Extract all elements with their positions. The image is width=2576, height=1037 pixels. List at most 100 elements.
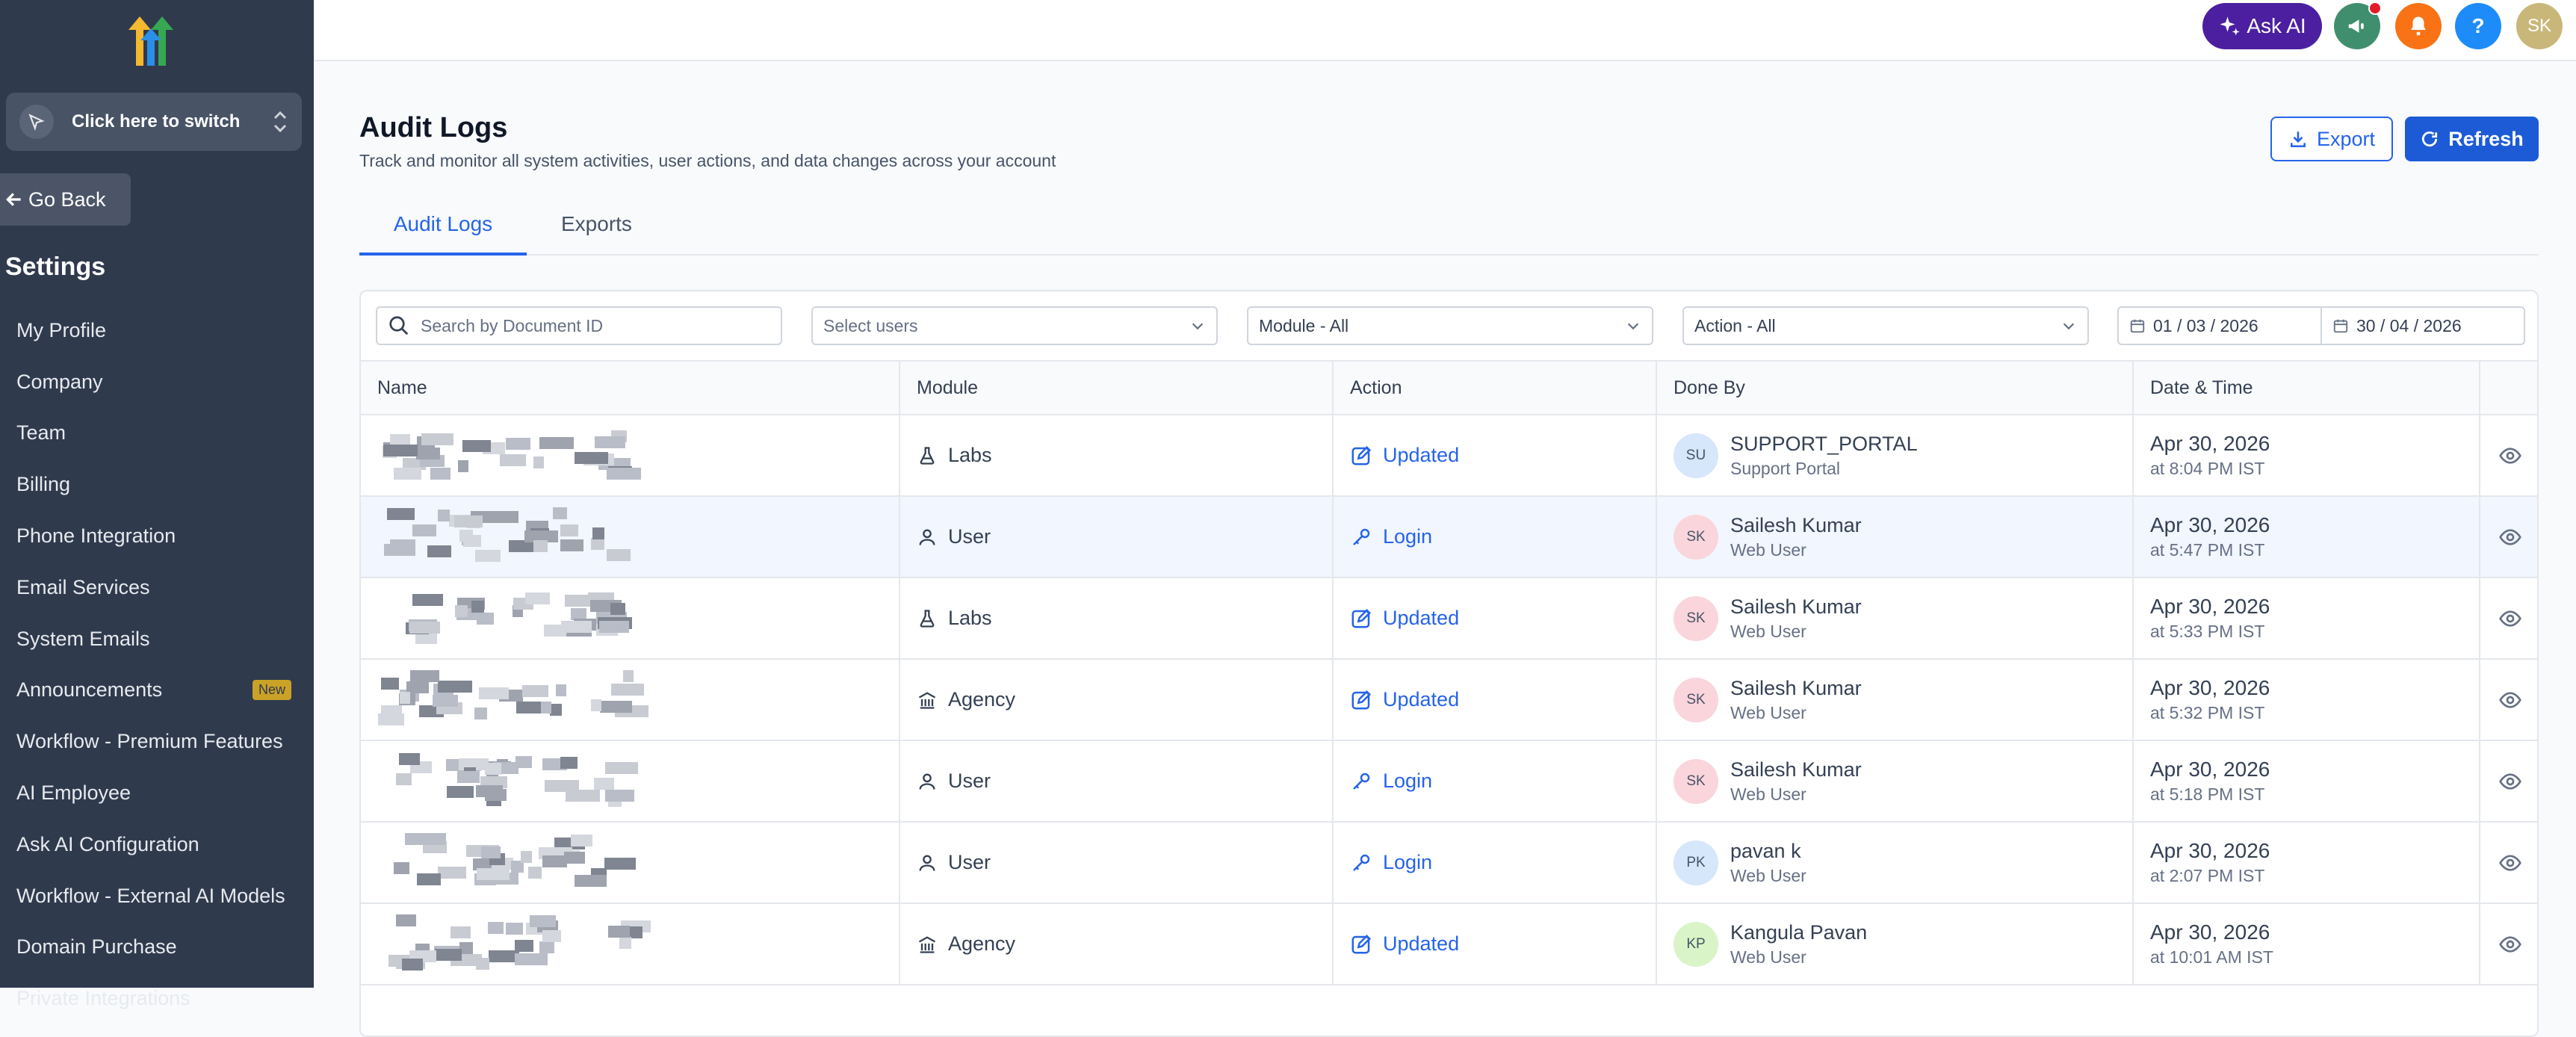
help-button[interactable]: ?	[2455, 3, 2501, 49]
view-cell	[2480, 660, 2537, 740]
eye-icon[interactable]	[2498, 688, 2522, 712]
module-name: Labs	[948, 607, 992, 629]
column-header-done-by[interactable]: Done By	[1657, 362, 2134, 414]
table-row[interactable]: Agency Updated SK Sailesh Kumar Web User Apr …	[361, 660, 2537, 741]
search-icon	[388, 315, 410, 337]
account-switcher[interactable]: Click here to switch	[6, 93, 302, 151]
eye-icon[interactable]	[2498, 851, 2522, 875]
table-row[interactable]: Labs Updated SK Sailesh Kumar Web User Apr 30…	[361, 578, 2537, 660]
module-cell: Labs	[900, 578, 1334, 658]
sidebar-item-ai-employee[interactable]: AI Employee	[16, 767, 300, 819]
table-row[interactable]: Labs Updated SU SUPPORT_PORTAL Support Porta…	[361, 415, 2537, 497]
action-cell: Login	[1334, 497, 1657, 577]
table-row[interactable]: User Login PK pavan k Web User Apr 30, 2026 at…	[361, 823, 2537, 904]
user-avatar[interactable]: SK	[2516, 3, 2563, 49]
time: at 5:18 PM IST	[2150, 784, 2265, 804]
eye-icon[interactable]	[2498, 932, 2522, 956]
refresh-button[interactable]: Refresh	[2405, 117, 2539, 161]
calendar-icon	[2332, 318, 2349, 334]
eye-icon[interactable]	[2498, 770, 2522, 793]
sidebar-item-announcements[interactable]: Announcements New	[16, 665, 300, 716]
module-cell: User	[900, 823, 1334, 903]
sidebar-item-team[interactable]: Team	[16, 408, 300, 459]
edit-icon	[1350, 607, 1383, 630]
tabs: Audit Logs Exports	[359, 211, 2539, 256]
date: Apr 30, 2026	[2150, 920, 2270, 944]
action-link[interactable]: Updated	[1350, 607, 1459, 630]
sidebar-item-company[interactable]: Company	[16, 356, 300, 408]
sidebar-item-workflow-premium-features[interactable]: Workflow - Premium Features	[16, 716, 300, 767]
ask-ai-button[interactable]: Ask AI	[2202, 3, 2322, 49]
action-link[interactable]: Login	[1350, 525, 1432, 548]
ask-ai-label: Ask AI	[2247, 14, 2306, 37]
action-cell: Updated	[1334, 904, 1657, 984]
tab-exports[interactable]: Exports	[561, 211, 666, 256]
module-select-value: Module - All	[1259, 315, 1349, 335]
announcements-button[interactable]	[2334, 1, 2382, 49]
user-icon	[917, 527, 948, 548]
table-row[interactable]: User Login SK Sailesh Kumar Web User Apr 30, …	[361, 741, 2537, 823]
action-link[interactable]: Updated	[1350, 688, 1459, 711]
eye-icon[interactable]	[2498, 525, 2522, 549]
date-to-input[interactable]: 30 / 04 / 2026	[2320, 306, 2525, 345]
sidebar-item-my-profile[interactable]: My Profile	[16, 305, 300, 356]
flask-icon	[917, 608, 948, 629]
date-time-cell: Apr 30, 2026 at 5:33 PM IST	[2134, 578, 2480, 658]
sidebar-item-label: System Emails	[16, 627, 150, 650]
column-header-action[interactable]: Action	[1334, 362, 1657, 414]
calendar-icon	[2129, 318, 2146, 334]
search-input[interactable]: Search by Document ID	[376, 306, 782, 345]
redacted-name	[377, 507, 661, 567]
name-cell	[361, 497, 900, 577]
go-back-button[interactable]: Go Back	[0, 173, 131, 226]
avatar: SK	[1674, 514, 1718, 560]
view-cell	[2480, 497, 2537, 577]
module-name: Agency	[948, 932, 1016, 955]
module-name: Agency	[948, 688, 1016, 711]
action-label: Updated	[1383, 688, 1460, 711]
sidebar-item-label: Phone Integration	[16, 524, 176, 548]
sidebar-item-private-integrations[interactable]: Private Integrations	[16, 973, 300, 1024]
column-header-date-time[interactable]: Date & Time	[2134, 362, 2480, 414]
eye-icon[interactable]	[2498, 607, 2522, 631]
action-link[interactable]: Updated	[1350, 444, 1459, 467]
sidebar-item-phone-integration[interactable]: Phone Integration	[16, 510, 300, 562]
time: at 5:33 PM IST	[2150, 622, 2265, 641]
action-link[interactable]: Login	[1350, 770, 1432, 793]
eye-icon[interactable]	[2498, 444, 2522, 468]
sidebar-item-billing[interactable]: Billing	[16, 459, 300, 510]
sidebar-item-ask-ai-configuration[interactable]: Ask AI Configuration	[16, 819, 300, 870]
sidebar-item-label: Ask AI Configuration	[16, 832, 199, 855]
action-cell: Login	[1334, 823, 1657, 903]
action-link[interactable]: Login	[1350, 851, 1432, 874]
action-link[interactable]: Updated	[1350, 932, 1459, 956]
user-icon	[917, 771, 948, 792]
users-select[interactable]: Select users	[811, 306, 1218, 345]
view-cell	[2480, 741, 2537, 821]
action-select[interactable]: Action - All	[1682, 306, 2089, 345]
sidebar-item-email-services[interactable]: Email Services	[16, 562, 300, 613]
sidebar-item-domain-purchase[interactable]: Domain Purchase	[16, 922, 300, 973]
app-logo[interactable]	[126, 13, 184, 67]
sidebar-item-label: Billing	[16, 473, 71, 496]
date: Apr 30, 2026	[2150, 432, 2270, 455]
page-subtitle: Track and monitor all system activities,…	[359, 151, 1056, 170]
action-label: Updated	[1383, 607, 1460, 629]
notifications-button[interactable]	[2395, 3, 2442, 49]
table-row[interactable]: Agency Updated KP Kangula Pavan Web User Apr …	[361, 904, 2537, 985]
action-cell: Updated	[1334, 578, 1657, 658]
user-icon	[917, 852, 948, 873]
time: at 5:32 PM IST	[2150, 703, 2265, 722]
action-label: Updated	[1383, 932, 1460, 955]
megaphone-icon	[2346, 15, 2368, 37]
date-time-cell: Apr 30, 2026 at 5:18 PM IST	[2134, 741, 2480, 821]
column-header-module[interactable]: Module	[900, 362, 1334, 414]
tab-audit-logs[interactable]: Audit Logs	[359, 211, 527, 256]
table-row[interactable]: User Login SK Sailesh Kumar Web User Apr 30, …	[361, 497, 2537, 578]
export-button[interactable]: Export	[2270, 117, 2393, 161]
sidebar-item-system-emails[interactable]: System Emails	[16, 613, 300, 665]
date-from-input[interactable]: 01 / 03 / 2026	[2117, 306, 2322, 345]
module-select[interactable]: Module - All	[1247, 306, 1653, 345]
sidebar-item-workflow-external-ai-models[interactable]: Workflow - External AI Models	[16, 870, 300, 922]
column-header-name[interactable]: Name	[361, 362, 900, 414]
